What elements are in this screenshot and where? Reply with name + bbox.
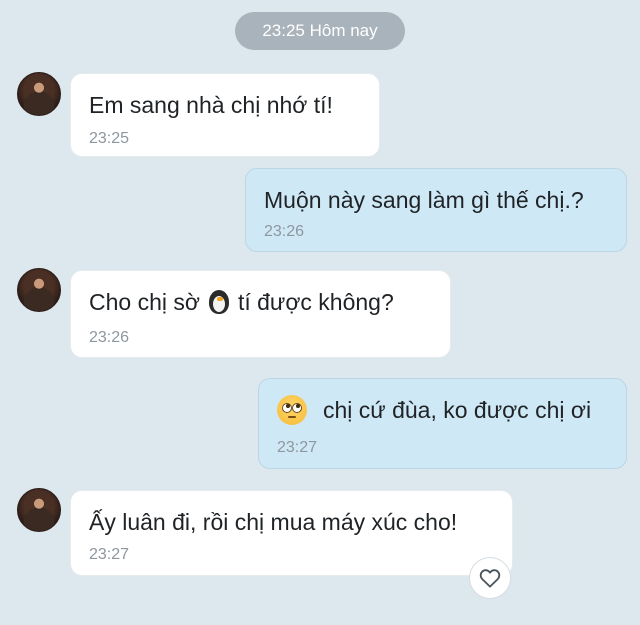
message-bubble-outgoing[interactable]: chị cứ đùa, ko được chị ơi 23:27	[258, 378, 627, 469]
heart-outline-icon	[479, 569, 501, 588]
message-text-row: chị cứ đùa, ko được chị ơi	[277, 395, 608, 425]
message-bubble-incoming[interactable]: Em sang nhà chị nhớ tí! 23:25	[70, 73, 380, 157]
date-separator-label: 23:25 Hôm nay	[262, 21, 378, 40]
message-text: chị cứ đùa, ko được chị ơi	[323, 397, 592, 423]
message-text: Cho chị sờ tí được không?	[89, 287, 432, 317]
message-bubble-incoming[interactable]: Ấy luân đi, rồi chị mua máy xúc cho! 23:…	[70, 490, 513, 576]
message-time: 23:25	[89, 130, 130, 147]
message-time: 23:26	[264, 223, 305, 240]
message-time: 23:27	[89, 546, 130, 563]
penguin-emoji-icon	[206, 289, 232, 315]
like-button[interactable]	[469, 557, 511, 599]
message-bubble-outgoing[interactable]: Muộn này sang làm gì thế chị.? 23:26	[245, 168, 627, 252]
avatar[interactable]	[17, 72, 61, 116]
avatar[interactable]	[17, 268, 61, 312]
message-text: Ấy luân đi, rồi chị mua máy xúc cho!	[89, 509, 458, 535]
message-bubble-incoming[interactable]: Cho chị sờ tí được không? 23:26	[70, 270, 451, 358]
message-time: 23:27	[277, 439, 318, 456]
message-text-part: tí được không?	[237, 289, 394, 315]
message-text: Muộn này sang làm gì thế chị.?	[264, 187, 584, 213]
avatar[interactable]	[17, 488, 61, 532]
message-text: Em sang nhà chị nhớ tí!	[89, 92, 333, 118]
message-text-part: Cho chị sờ	[89, 289, 200, 315]
date-separator: 23:25 Hôm nay	[235, 12, 405, 50]
message-time: 23:26	[89, 329, 130, 346]
rolling-eyes-emoji-icon	[277, 395, 307, 425]
